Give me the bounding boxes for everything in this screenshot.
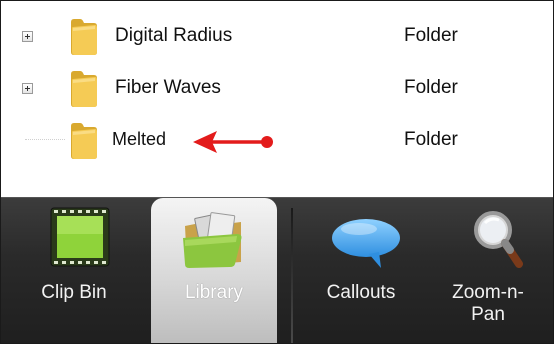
magnifier-icon — [474, 211, 523, 268]
item-type: Folder — [404, 25, 458, 46]
item-type: Folder — [404, 129, 458, 150]
film-clip-icon — [50, 207, 110, 267]
tab-library[interactable]: Library — [151, 198, 277, 343]
expand-icon[interactable] — [22, 31, 33, 42]
open-folder-media-icon — [183, 212, 242, 268]
item-type: Folder — [404, 77, 458, 98]
folder-icon — [71, 71, 97, 107]
expand-icon[interactable] — [22, 83, 33, 94]
item-name[interactable]: Melted — [112, 129, 166, 150]
speech-bubble-icon — [332, 219, 400, 268]
library-panel: Digital Radius Folder Fiber Waves Folder… — [0, 0, 554, 344]
bottom-tab-bar: Clip Bin Library Callouts Zoom-n- Pan — [1, 197, 553, 343]
red-arrow-pointer-icon — [193, 131, 273, 153]
tab-separator — [291, 208, 293, 343]
tree-row-digital-radius[interactable]: Digital Radius Folder — [1, 9, 553, 65]
tab-label: Library — [184, 282, 244, 303]
item-name[interactable]: Fiber Waves — [115, 77, 221, 99]
tree-row-fiber-waves[interactable]: Fiber Waves Folder — [1, 61, 553, 117]
tab-zoom-n-pan[interactable]: Zoom-n- Pan — [423, 198, 553, 343]
folder-icon — [71, 19, 97, 55]
tab-label: Clip Bin — [41, 282, 107, 303]
tab-label: Zoom-n- Pan — [452, 282, 524, 325]
item-name[interactable]: Digital Radius — [115, 25, 232, 47]
tab-callouts[interactable]: Callouts — [299, 198, 423, 343]
tree-guide-line — [25, 139, 65, 141]
tab-clip-bin[interactable]: Clip Bin — [1, 198, 147, 343]
folder-icon — [71, 123, 97, 159]
library-tree: Digital Radius Folder Fiber Waves Folder… — [1, 1, 553, 197]
tab-label: Callouts — [326, 282, 396, 303]
